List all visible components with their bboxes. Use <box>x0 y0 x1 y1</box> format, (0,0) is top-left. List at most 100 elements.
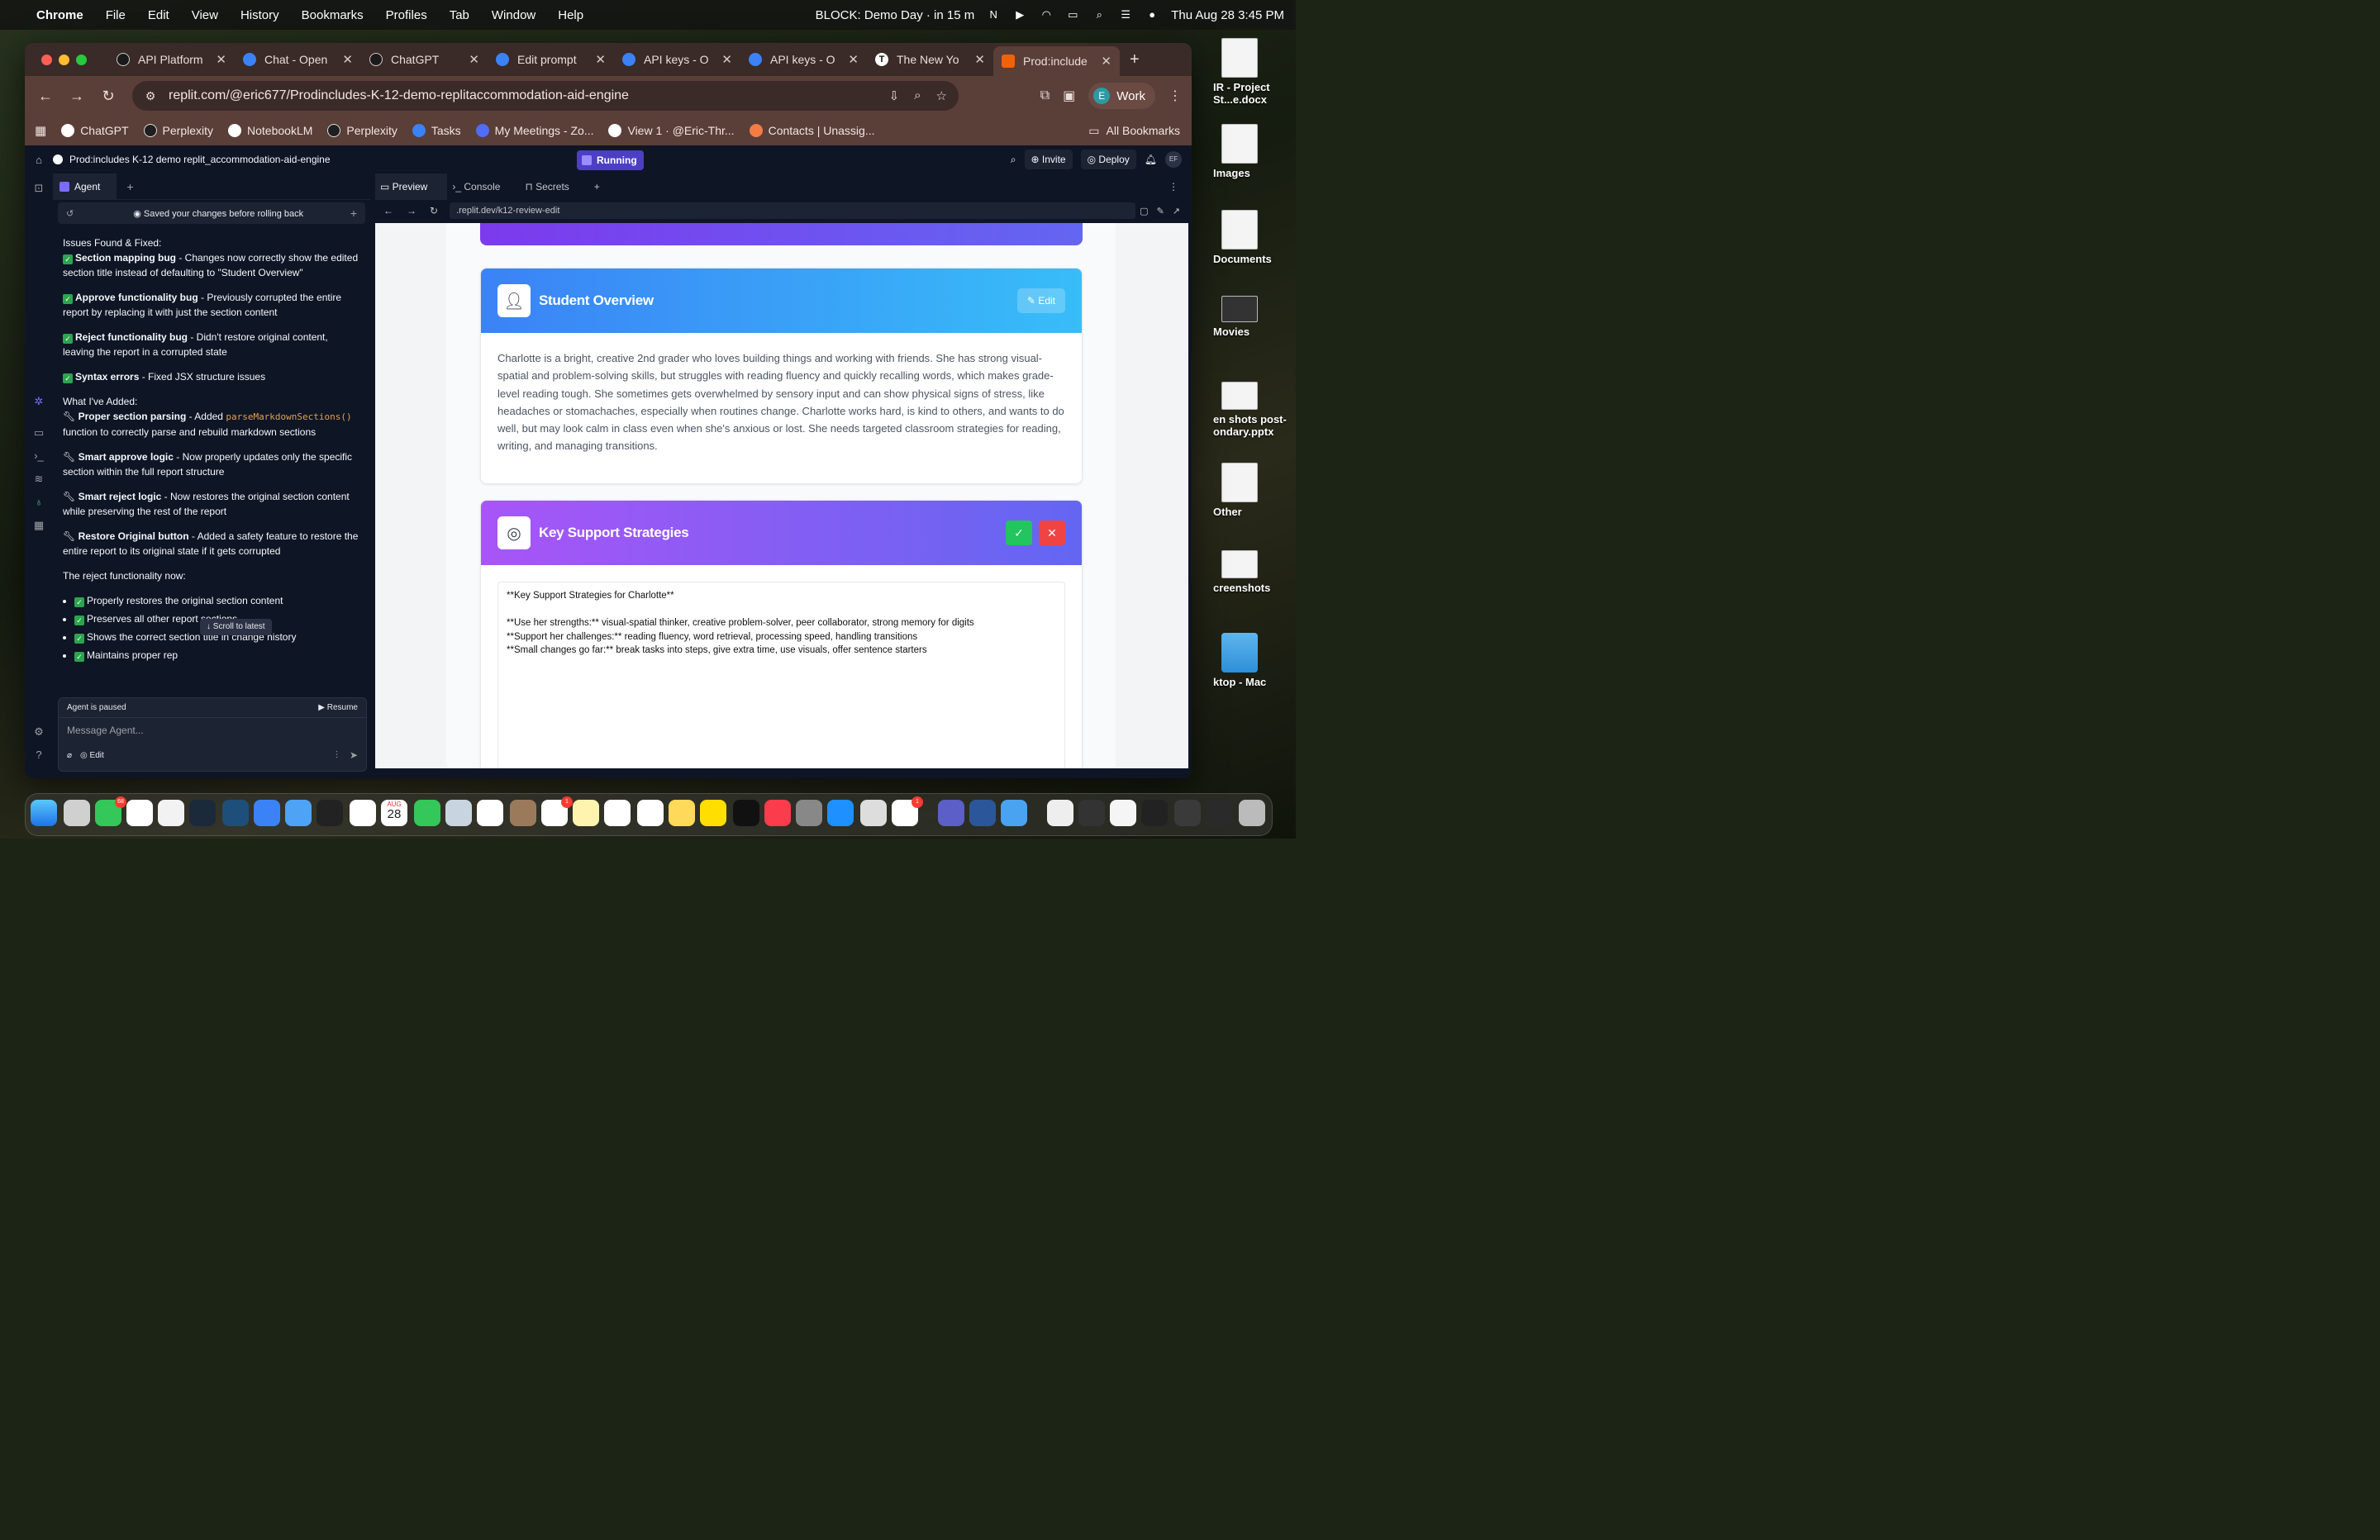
all-bookmarks-button[interactable]: All Bookmarks <box>1107 124 1180 137</box>
user-avatar[interactable]: EF <box>1165 151 1182 168</box>
settings-rail-icon[interactable]: ⚙ <box>32 725 45 739</box>
bookmark-chatgpt[interactable]: ChatGPT <box>61 124 129 137</box>
approve-button[interactable]: ✓ <box>1006 520 1032 545</box>
close-tab-icon[interactable]: ✕ <box>848 52 859 67</box>
desktop-file-pptx[interactable]: en shots post-ondary.pptx <box>1213 382 1296 438</box>
tab-secrets[interactable]: ⊓ Secrets <box>520 173 588 200</box>
devices-icon[interactable]: ▢ <box>1140 206 1148 216</box>
control-center-icon[interactable]: ☰ <box>1118 9 1133 21</box>
close-tab-icon[interactable]: ✕ <box>216 52 226 67</box>
chatgpt-icon[interactable] <box>637 800 664 826</box>
reject-button[interactable]: ✕ <box>1039 520 1065 545</box>
send-icon[interactable]: ➤ <box>350 749 358 762</box>
extensions-icon[interactable]: ⧉ <box>1040 88 1050 103</box>
desktop-folder-images[interactable]: Images <box>1213 124 1296 179</box>
pane-menu-icon[interactable]: ⋮ <box>1169 181 1178 192</box>
mail-icon[interactable] <box>254 800 280 826</box>
recent-window-thumbnail[interactable] <box>1206 800 1232 826</box>
browser-tab[interactable]: API keys - O ✕ <box>740 46 867 73</box>
zoom-icon[interactable]: ⌕ <box>914 88 921 103</box>
menu-profiles[interactable]: Profiles <box>386 8 427 22</box>
browser-tab[interactable]: API Platform ✕ <box>108 46 235 73</box>
bookmark-notebooklm[interactable]: NotebookLM <box>228 124 312 137</box>
desktop-file-docx[interactable]: IR - Project St...e.docx <box>1213 38 1296 106</box>
history-icon[interactable]: ↺ <box>66 208 74 219</box>
slack-icon[interactable]: 1 <box>892 796 923 826</box>
menubar-clock[interactable]: Thu Aug 28 3:45 PM <box>1171 8 1284 22</box>
contacts-icon[interactable] <box>510 800 536 826</box>
teams-icon[interactable] <box>938 800 964 826</box>
address-url[interactable]: replit.com/@eric677/Prodincludes-K-12-de… <box>169 88 629 103</box>
facetime-icon[interactable] <box>414 800 440 826</box>
resume-button[interactable]: ▶ Resume <box>318 703 358 712</box>
app-store-icon[interactable] <box>827 800 854 826</box>
zoom-window-button[interactable] <box>76 54 87 65</box>
app-icon[interactable] <box>477 800 503 826</box>
message-agent-input[interactable]: Message Agent... <box>59 718 366 743</box>
settings-sliders-icon[interactable]: ⫶ <box>336 749 338 762</box>
finder-icon[interactable] <box>31 800 57 826</box>
browser-tab[interactable]: Edit prompt ✕ <box>488 46 614 73</box>
bookmark-zoom[interactable]: My Meetings - Zo... <box>475 124 593 137</box>
back-icon[interactable]: ← <box>30 88 61 105</box>
profile-button[interactable]: E Work <box>1088 83 1155 109</box>
browser-tab[interactable]: Chat - Open ✕ <box>235 46 361 73</box>
onedrive-icon[interactable] <box>1001 800 1027 826</box>
trash-icon[interactable] <box>1239 800 1265 826</box>
shell-rail-icon[interactable]: ›_ <box>32 449 45 463</box>
menu-edit[interactable]: Edit <box>148 8 169 22</box>
desktop-folder-screenshots[interactable]: creenshots <box>1213 550 1296 594</box>
close-tab-icon[interactable]: ✕ <box>469 52 479 67</box>
menu-window[interactable]: Window <box>492 8 536 22</box>
menu-tab[interactable]: Tab <box>450 8 469 22</box>
messages-icon[interactable]: 68 <box>95 796 126 826</box>
recent-window-thumbnail[interactable] <box>1141 800 1168 826</box>
agent-rail-icon[interactable]: ✲ <box>32 395 45 408</box>
bookmark-star-icon[interactable]: ☆ <box>936 88 947 103</box>
bookmark-hubspot[interactable]: Contacts | Unassig... <box>749 124 875 137</box>
app-icon[interactable] <box>222 800 249 826</box>
reminders-icon[interactable]: 1 <box>541 796 573 826</box>
running-button[interactable]: Running <box>577 150 644 170</box>
notion-icon[interactable] <box>126 800 153 826</box>
preview-app-icon[interactable] <box>445 800 472 826</box>
edit-section-button[interactable]: ✎ Edit <box>1016 288 1065 313</box>
open-new-tab-icon[interactable]: ↗ <box>1173 206 1180 216</box>
home-icon[interactable]: ⌂ <box>25 154 53 166</box>
more-menu-icon[interactable]: ⋮ <box>1169 88 1182 104</box>
search-icon[interactable]: ⌕ <box>1092 9 1107 21</box>
all-tools-rail-icon[interactable]: ▦ <box>32 519 45 532</box>
desktop-folder-documents[interactable]: Documents <box>1213 210 1296 265</box>
bookmark-perplexity[interactable]: Perplexity <box>143 124 213 137</box>
new-pane-tab-icon[interactable]: + <box>589 173 605 200</box>
recent-window-thumbnail[interactable] <box>1047 800 1073 826</box>
menu-file[interactable]: File <box>106 8 126 22</box>
desktop-folder-mac[interactable]: ktop - Mac <box>1213 633 1296 688</box>
reload-icon[interactable]: ↻ <box>93 88 124 105</box>
close-tab-icon[interactable]: ✕ <box>595 52 606 67</box>
scroll-to-latest-button[interactable]: ↓ Scroll to latest <box>200 619 272 635</box>
database-rail-icon[interactable]: ≋ <box>32 473 45 486</box>
expand-icon[interactable]: + <box>350 207 357 220</box>
miro-icon[interactable] <box>700 800 726 826</box>
tab-preview[interactable]: ▭ Preview <box>375 173 448 200</box>
browser-tab[interactable]: ChatGPT ✕ <box>361 46 488 73</box>
desktop-folder-other[interactable]: Other <box>1213 463 1296 518</box>
recent-window-thumbnail[interactable] <box>1078 800 1105 826</box>
app-icon[interactable] <box>189 800 216 826</box>
preview-back-icon[interactable]: ← <box>383 205 393 216</box>
notification-bell-icon[interactable]: 🔔︎ <box>1145 154 1157 165</box>
calendar-icon[interactable]: AUG 28 <box>381 800 407 826</box>
menu-bookmarks[interactable]: Bookmarks <box>302 8 364 22</box>
menu-view[interactable]: View <box>192 8 218 22</box>
invite-button[interactable]: ⊕ Invite <box>1024 150 1073 169</box>
install-app-icon[interactable]: ⇩ <box>889 88 900 103</box>
notion-icon[interactable]: N <box>986 9 1001 21</box>
preview-rail-icon[interactable]: ▭ <box>32 426 45 440</box>
photos-icon[interactable] <box>604 800 631 826</box>
menu-help[interactable]: Help <box>558 8 583 22</box>
address-bar[interactable]: ⚙ replit.com/@eric677/Prodincludes-K-12-… <box>132 81 959 111</box>
close-window-button[interactable] <box>41 54 52 65</box>
stickies-icon[interactable] <box>669 800 695 826</box>
tab-search-icon[interactable]: ▣ <box>1063 88 1075 104</box>
